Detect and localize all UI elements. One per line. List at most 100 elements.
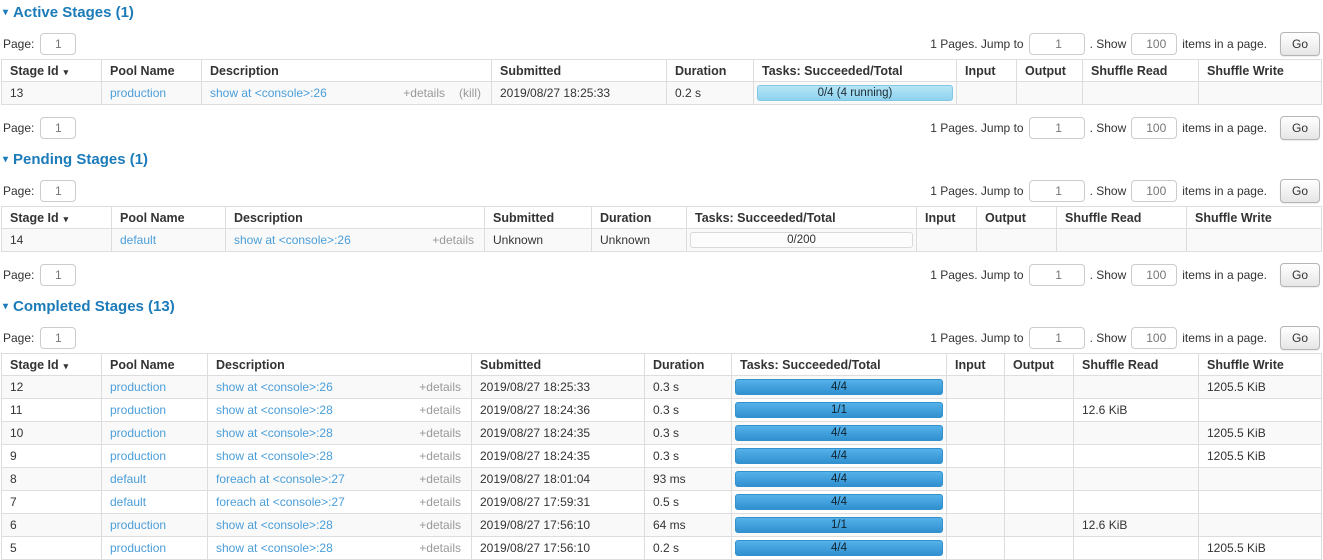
details-toggle[interactable]: +details	[419, 541, 461, 555]
go-button[interactable]: Go	[1280, 326, 1320, 350]
duration-cell: 0.2 s	[667, 82, 754, 105]
description-link[interactable]: show at <console>:26	[210, 86, 327, 100]
column-header[interactable]: Shuffle Read	[1057, 207, 1187, 229]
details-toggle[interactable]: +details	[419, 426, 461, 440]
column-header[interactable]: Input	[947, 354, 1005, 376]
column-header[interactable]: Pool Name	[102, 354, 208, 376]
page-number-input[interactable]	[40, 117, 76, 139]
column-header[interactable]: Stage Id▾	[2, 60, 102, 82]
items-per-page-input[interactable]	[1131, 33, 1177, 55]
column-header[interactable]: Duration	[645, 354, 732, 376]
column-header[interactable]: Duration	[667, 60, 754, 82]
jump-to-page-input[interactable]	[1029, 33, 1085, 55]
column-header[interactable]: Stage Id▾	[2, 354, 102, 376]
items-per-page-input[interactable]	[1131, 117, 1177, 139]
duration-cell: 0.3 s	[645, 376, 732, 399]
column-header[interactable]: Input	[957, 60, 1017, 82]
column-header[interactable]: Output	[977, 207, 1057, 229]
description-cell: show at <console>:28 +details	[208, 537, 472, 560]
details-toggle[interactable]: +details	[419, 449, 461, 463]
section-title-completed[interactable]: ▾Completed Stages (13)	[3, 298, 1322, 315]
details-toggle[interactable]: +details	[419, 380, 461, 394]
shuffle-write-cell	[1199, 468, 1322, 491]
column-header[interactable]: Tasks: Succeeded/Total	[732, 354, 947, 376]
items-per-page-input[interactable]	[1131, 264, 1177, 286]
column-header[interactable]: Description	[226, 207, 485, 229]
column-header-label: Shuffle Write	[1207, 358, 1284, 372]
jump-to-page-input[interactable]	[1029, 264, 1085, 286]
description-link[interactable]: show at <console>:28	[216, 449, 333, 463]
pool-name-cell: production	[102, 422, 208, 445]
items-per-page-input[interactable]	[1131, 180, 1177, 202]
details-toggle[interactable]: +details	[432, 233, 474, 247]
details-toggle[interactable]: +details	[403, 86, 445, 100]
description-link[interactable]: show at <console>:28	[216, 426, 333, 440]
tasks-progress-cell: 4/4	[732, 445, 947, 468]
shuffle-write-cell	[1199, 82, 1322, 105]
column-header[interactable]: Description	[208, 354, 472, 376]
stage-id-cell: 12	[2, 376, 102, 399]
description-link[interactable]: show at <console>:26	[234, 233, 351, 247]
kill-link[interactable]: (kill)	[459, 86, 481, 100]
pool-name-link[interactable]: production	[110, 403, 166, 417]
column-header[interactable]: Submitted	[485, 207, 592, 229]
page-number-input[interactable]	[40, 264, 76, 286]
column-header[interactable]: Submitted	[472, 354, 645, 376]
table-row: 13productionshow at <console>:26+details…	[2, 82, 1322, 105]
details-toggle[interactable]: +details	[419, 403, 461, 417]
description-link[interactable]: foreach at <console>:27	[216, 495, 345, 509]
pool-name-link[interactable]: default	[110, 495, 146, 509]
page-number-input[interactable]	[40, 327, 76, 349]
column-header[interactable]: Stage Id▾	[2, 207, 112, 229]
column-header[interactable]: Shuffle Write	[1199, 60, 1322, 82]
pool-name-link[interactable]: production	[110, 449, 166, 463]
description-link[interactable]: show at <console>:28	[216, 518, 333, 532]
details-toggle[interactable]: +details	[419, 495, 461, 509]
pagination-bar: Page:1 Pages. Jump to. Showitems in a pa…	[3, 117, 1320, 139]
details-toggle[interactable]: +details	[419, 472, 461, 486]
jump-to-page-input[interactable]	[1029, 117, 1085, 139]
go-button[interactable]: Go	[1280, 263, 1320, 287]
column-header[interactable]: Description	[202, 60, 492, 82]
column-header[interactable]: Tasks: Succeeded/Total	[754, 60, 957, 82]
column-header-label: Shuffle Write	[1207, 64, 1284, 78]
column-header[interactable]: Shuffle Write	[1199, 354, 1322, 376]
description-link[interactable]: foreach at <console>:27	[216, 472, 345, 486]
go-button[interactable]: Go	[1280, 32, 1320, 56]
column-header[interactable]: Output	[1005, 354, 1074, 376]
description-link[interactable]: show at <console>:28	[216, 541, 333, 555]
section-title-pending[interactable]: ▾Pending Stages (1)	[3, 151, 1322, 168]
column-header[interactable]: Shuffle Read	[1083, 60, 1199, 82]
items-per-page-input[interactable]	[1131, 327, 1177, 349]
column-header[interactable]: Shuffle Read	[1074, 354, 1199, 376]
go-button[interactable]: Go	[1280, 179, 1320, 203]
column-header[interactable]: Pool Name	[102, 60, 202, 82]
description-link[interactable]: show at <console>:28	[216, 403, 333, 417]
pool-name-link[interactable]: production	[110, 380, 166, 394]
column-header[interactable]: Shuffle Write	[1187, 207, 1322, 229]
pool-name-link[interactable]: production	[110, 518, 166, 532]
column-header[interactable]: Output	[1017, 60, 1083, 82]
pool-name-link[interactable]: production	[110, 426, 166, 440]
page-number-input[interactable]	[40, 180, 76, 202]
go-button[interactable]: Go	[1280, 116, 1320, 140]
jump-to-page-input[interactable]	[1029, 327, 1085, 349]
pool-name-cell: production	[102, 514, 208, 537]
section-title-active[interactable]: ▾Active Stages (1)	[3, 4, 1322, 21]
jump-to-page-input[interactable]	[1029, 180, 1085, 202]
column-header[interactable]: Tasks: Succeeded/Total	[687, 207, 917, 229]
column-header[interactable]: Input	[917, 207, 977, 229]
details-toggle[interactable]: +details	[419, 518, 461, 532]
description-link[interactable]: show at <console>:26	[216, 380, 333, 394]
output-cell	[1005, 445, 1074, 468]
pool-name-link[interactable]: default	[110, 472, 146, 486]
page-jump-controls: 1 Pages. Jump to. Showitems in a page.Go	[925, 263, 1320, 287]
column-header[interactable]: Duration	[592, 207, 687, 229]
pool-name-link[interactable]: default	[120, 233, 156, 247]
submitted-cell: 2019/08/27 18:24:35	[472, 422, 645, 445]
pool-name-link[interactable]: production	[110, 86, 166, 100]
page-number-input[interactable]	[40, 33, 76, 55]
column-header[interactable]: Pool Name	[112, 207, 226, 229]
pool-name-link[interactable]: production	[110, 541, 166, 555]
column-header[interactable]: Submitted	[492, 60, 667, 82]
